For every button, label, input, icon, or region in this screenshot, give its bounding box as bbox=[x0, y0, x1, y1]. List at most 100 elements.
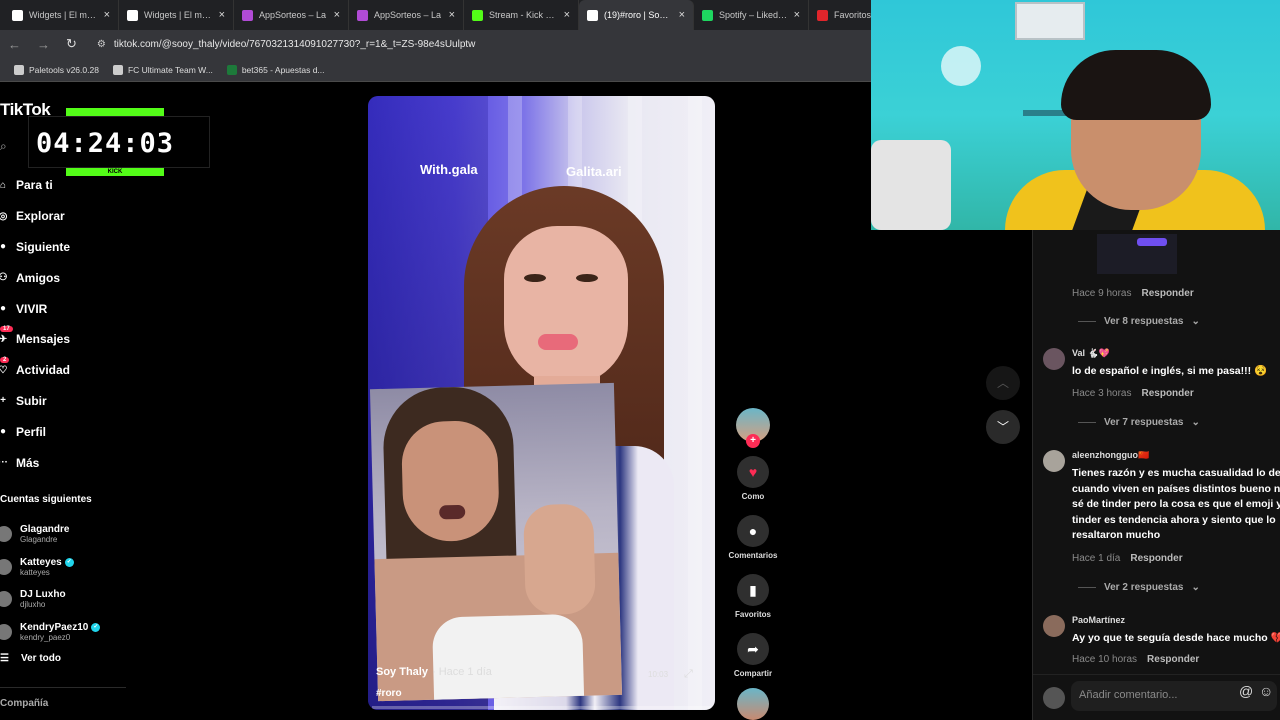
commenter-avatar[interactable] bbox=[1043, 615, 1065, 637]
video-author[interactable]: Soy Thaly bbox=[376, 666, 428, 678]
reply-button[interactable]: Responder bbox=[1141, 288, 1193, 299]
browser-tab[interactable]: Widgets | El mejor × bbox=[119, 0, 234, 30]
view-replies-button[interactable]: Ver 8 respuestas ⌄ bbox=[1078, 316, 1200, 327]
bookmark-icon[interactable]: ▮ bbox=[737, 574, 769, 606]
timer-value: 04:24:03 bbox=[36, 128, 175, 159]
video-posted-time: · Hace 1 día bbox=[431, 666, 492, 678]
tiktok-sidebar-nav: ⌂ Para ti ◎ Explorar ● Siguiente ⚇ Amigos ● VIVIR… bbox=[0, 170, 130, 478]
view-replies-button[interactable]: Ver 7 respuestas ⌄ bbox=[1078, 417, 1200, 428]
reply-button[interactable]: Responder bbox=[1130, 553, 1182, 564]
streamer-hair bbox=[1061, 50, 1211, 120]
comment-time: Hace 3 horas bbox=[1072, 388, 1132, 399]
sidebar-item-label: VIVIR bbox=[16, 301, 48, 316]
following-account[interactable]: KendryPaez10 ✓ kendry_paez0 bbox=[0, 616, 130, 649]
browser-tab[interactable]: Spotify – Liked So × bbox=[694, 0, 809, 30]
chevron-down-icon: ⌄ bbox=[1191, 417, 1200, 428]
close-tab-icon[interactable]: × bbox=[679, 9, 685, 21]
commenter-avatar[interactable] bbox=[1043, 450, 1065, 472]
sidebar-item-subir[interactable]: + Subir bbox=[0, 386, 130, 417]
comment-icon[interactable]: ● bbox=[737, 515, 769, 547]
account-names: DJ Luxho djluxho bbox=[20, 589, 66, 609]
commenter-name[interactable]: Val 🐇💖 bbox=[1072, 348, 1110, 359]
bookmark-item[interactable]: bet365 - Apuestas d... bbox=[226, 64, 325, 75]
action-share[interactable]: ➦ Compartir bbox=[729, 633, 778, 678]
sidebar-item-explorar[interactable]: ◎ Explorar bbox=[0, 201, 130, 232]
emoji-icon[interactable]: ☺ bbox=[1259, 683, 1273, 699]
previous-video-button[interactable]: ︿ bbox=[986, 366, 1020, 400]
sidebar-item-label: Actividad bbox=[16, 363, 71, 378]
sidebar-item-vivir[interactable]: ● VIVIR bbox=[0, 293, 130, 324]
reload-icon[interactable]: ↻ bbox=[66, 36, 77, 52]
comment-meta: Hace 10 horas Responder bbox=[1072, 654, 1199, 665]
comment-meta: Hace 3 horas Responder bbox=[1072, 388, 1194, 399]
tab-favicon-icon bbox=[472, 9, 483, 21]
bookmark-label: Paletools v26.0.28 bbox=[29, 64, 99, 75]
video-author-line[interactable]: Soy Thaly · Hace 1 día bbox=[376, 666, 492, 678]
commenter-name[interactable]: aleenzhongguo🇨🇳 bbox=[1072, 450, 1149, 461]
url-text[interactable]: tiktok.com/@sooy_thaly/video/76703213140… bbox=[114, 39, 476, 50]
bookmark-item[interactable]: FC Ultimate Team W... bbox=[112, 64, 213, 75]
browser-tab[interactable]: AppSorteos – La × bbox=[349, 0, 464, 30]
avatar bbox=[0, 558, 12, 575]
close-tab-icon[interactable]: × bbox=[794, 9, 800, 21]
next-video-button[interactable]: ﹀ bbox=[986, 410, 1020, 444]
chevron-down-icon: ⌄ bbox=[1191, 582, 1200, 593]
reply-button[interactable]: Responder bbox=[1147, 654, 1199, 665]
share-icon[interactable]: ➦ bbox=[737, 633, 769, 665]
address-bar[interactable]: ⚙ tiktok.com/@sooy_thaly/video/767032131… bbox=[97, 39, 475, 50]
action-bookmark[interactable]: ▮ Favoritos bbox=[729, 574, 778, 619]
close-tab-icon[interactable]: × bbox=[219, 9, 225, 21]
sidebar-item-mensajes[interactable]: ✈ Mensajes 17 bbox=[0, 324, 130, 355]
commenter-name[interactable]: PaoMartínez bbox=[1072, 615, 1125, 625]
video-player[interactable]: With.gala Galita.ari Soy Thaly · Hace 1 … bbox=[368, 96, 715, 710]
inset-hand bbox=[523, 503, 596, 616]
browser-tab[interactable]: Stream - Kick Das × bbox=[464, 0, 579, 30]
watermark-left: With.gala bbox=[420, 162, 478, 177]
mention-icon[interactable]: @ bbox=[1239, 683, 1253, 699]
see-all-button[interactable]: ☰ Ver todo bbox=[0, 653, 61, 664]
close-tab-icon[interactable]: × bbox=[449, 9, 455, 21]
following-account[interactable]: Glagandre Glagandre bbox=[0, 518, 130, 551]
browser-tab[interactable]: (19)#roro | Soy Th × bbox=[579, 0, 694, 30]
following-account[interactable]: Katteyes ✓ katteyes bbox=[0, 551, 130, 584]
verified-badge-icon: ✓ bbox=[91, 622, 101, 632]
sidebar-item-siguiente[interactable]: ● Siguiente bbox=[0, 232, 130, 263]
sidebar-item-actividad[interactable]: ♡ Actividad 2 bbox=[0, 355, 130, 386]
site-info-icon[interactable]: ⚙ bbox=[97, 39, 106, 50]
action-label: Comentarios bbox=[728, 551, 778, 560]
comment-image-thumbnail[interactable] bbox=[1097, 234, 1177, 274]
commenter-avatar[interactable] bbox=[1043, 348, 1065, 370]
forward-icon[interactable]: → bbox=[37, 37, 50, 52]
sidebar-item-perfil[interactable]: ● Perfil bbox=[0, 416, 130, 447]
sidebar-item-amigos[interactable]: ⚇ Amigos bbox=[0, 262, 130, 293]
browser-tab[interactable]: AppSorteos – La × bbox=[234, 0, 349, 30]
follow-plus-icon[interactable]: + bbox=[746, 434, 760, 448]
close-tab-icon[interactable]: × bbox=[334, 9, 340, 21]
chevron-down-icon: ⌄ bbox=[1191, 316, 1200, 327]
comment-text: Tienes razón y es mucha casualidad lo de… bbox=[1072, 467, 1280, 542]
sidebar-item-parati[interactable]: ⌂ Para ti bbox=[0, 170, 130, 201]
action-heart[interactable]: ♥ Como bbox=[729, 456, 778, 501]
sidebar-item-label: Siguiente bbox=[16, 239, 71, 254]
reply-button[interactable]: Responder bbox=[1141, 388, 1193, 399]
action-comment[interactable]: ● Comentarios bbox=[728, 515, 778, 560]
wall-clock bbox=[941, 46, 981, 86]
following-account[interactable]: DJ Luxho djluxho bbox=[0, 583, 130, 616]
close-tab-icon[interactable]: × bbox=[564, 9, 570, 21]
fullscreen-icon[interactable]: ⤢ bbox=[684, 668, 693, 681]
sound-avatar[interactable] bbox=[737, 688, 769, 720]
sidebar-item-label: Perfil bbox=[16, 424, 47, 439]
close-tab-icon[interactable]: × bbox=[104, 9, 110, 21]
view-replies-button[interactable]: Ver 2 respuestas ⌄ bbox=[1078, 582, 1200, 593]
video-hashtag[interactable]: #roro bbox=[376, 688, 402, 699]
video-progress-bar[interactable] bbox=[372, 706, 711, 709]
heart-icon[interactable]: ♥ bbox=[737, 456, 769, 488]
bookmark-item[interactable]: Paletools v26.0.28 bbox=[14, 64, 99, 75]
browser-tab[interactable]: Widgets | El mejor × bbox=[4, 0, 119, 30]
creator-avatar[interactable]: + bbox=[736, 408, 770, 448]
account-name: DJ Luxho bbox=[20, 589, 66, 600]
company-link[interactable]: Compañía bbox=[0, 698, 48, 709]
back-icon[interactable]: ← bbox=[8, 37, 21, 52]
sidebar-item-ms[interactable]: ··· Más bbox=[0, 447, 130, 478]
inset-mouth bbox=[439, 504, 466, 520]
